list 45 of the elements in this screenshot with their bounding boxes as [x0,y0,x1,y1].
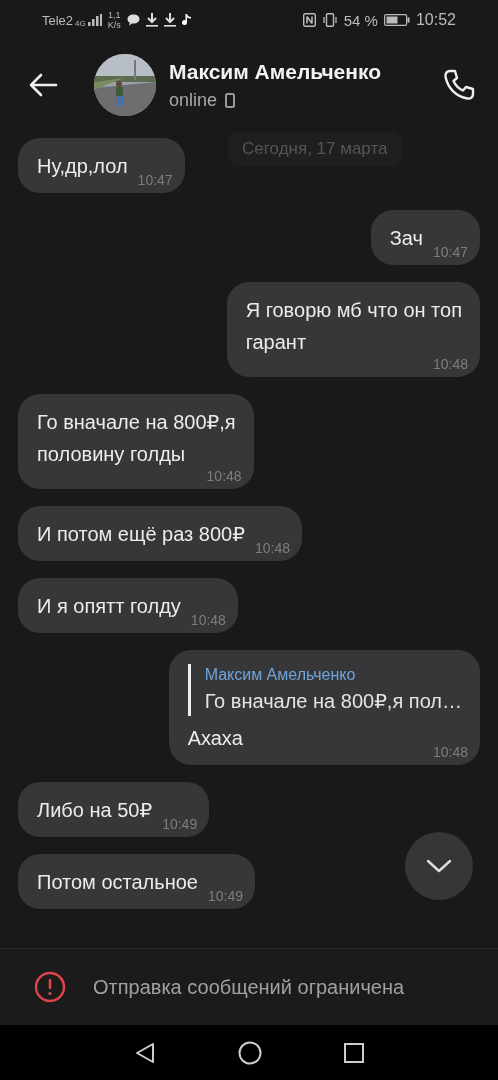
message-text: И я опятт голду [37,594,181,619]
restriction-notice: Отправка сообщений ограничена [93,975,405,999]
message-text: Я говорю мб что он топ гарант [245,298,462,355]
message-text: И потом ещё раз 800₽ [37,522,245,547]
message-text: Ну,др,лол [37,154,128,179]
message-time: 10:47 [432,244,468,260]
message-time: 10:48 [432,356,468,372]
message-time: 10:47 [137,172,173,188]
message-text: Либо на 50₽ [37,798,153,823]
phone-icon [225,92,236,108]
chat-bubble-icon [126,14,140,26]
message-text: Ахаха [187,726,243,751]
download-icon [145,13,158,27]
back-icon[interactable] [134,1041,156,1064]
message-time: 10:48 [254,540,290,556]
signal-icon [87,14,102,26]
alert-icon [34,971,66,1003]
message-time: 10:48 [432,744,468,760]
message-text: Потом остальное [37,870,198,895]
call-icon[interactable] [442,68,476,102]
home-icon[interactable] [238,1040,262,1065]
message-time: 10:49 [208,888,244,904]
network-type: 4G [75,19,86,28]
online-status: online [169,89,218,111]
recents-icon[interactable] [344,1042,364,1063]
battery-icon [383,14,410,26]
music-note-icon [181,14,192,26]
message-text: Го вначале на 800₽,я половину голды [37,410,236,467]
quoted-author: Максим Амельченко [204,665,357,685]
download-icon [163,13,176,27]
clock-time: 10:52 [415,11,456,29]
message-time: 10:48 [190,612,226,628]
battery-percent: 54 % [343,11,378,29]
message-time: 10:48 [206,468,242,484]
chevron-down-icon [426,859,452,873]
network-speed: 1,1 [108,10,121,20]
message-text: Зач [389,226,423,251]
carrier-name: Tele2 [42,12,74,28]
vibrate-icon [321,13,338,27]
back-arrow-icon[interactable] [28,73,58,97]
quoted-text: Го вначале на 800₽,я пол… [204,689,462,714]
message-time: 10:49 [162,816,198,832]
nfc-icon [302,13,316,27]
network-speed: K/s [107,20,121,30]
contact-name: Максим Амельченко [169,59,383,84]
